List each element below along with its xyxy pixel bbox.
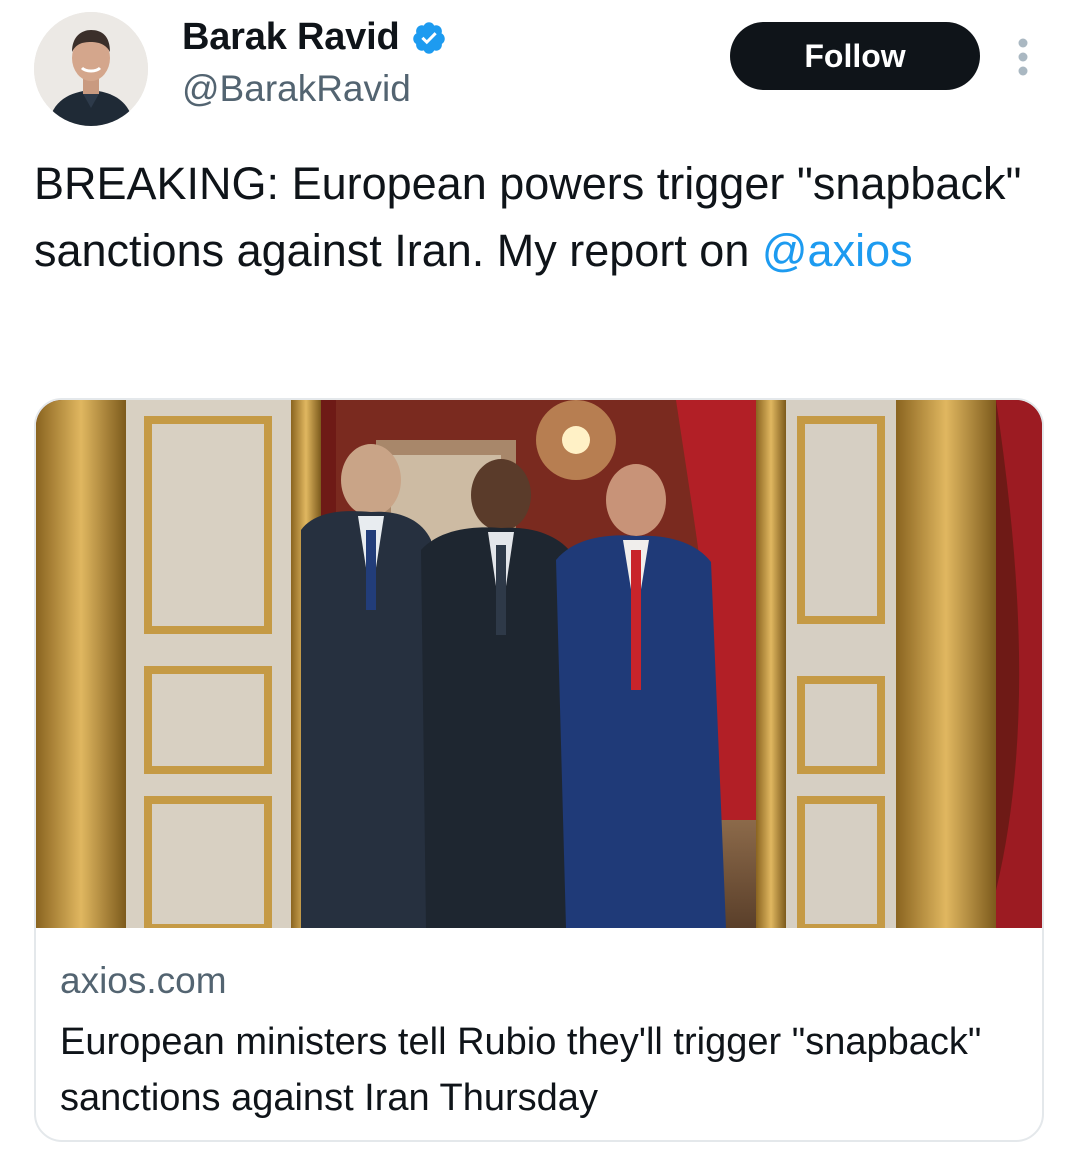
avatar-photo <box>34 12 148 126</box>
mention-link-axios[interactable]: @axios <box>762 225 913 276</box>
verified-badge-icon <box>413 21 446 54</box>
author-handle[interactable]: @BarakRavid <box>182 68 411 110</box>
more-options-button[interactable] <box>1005 34 1041 80</box>
author-display-name[interactable]: Barak Ravid <box>182 16 400 59</box>
author-avatar[interactable] <box>34 12 148 126</box>
article-photo <box>36 400 1042 928</box>
card-domain: axios.com <box>60 960 227 1001</box>
link-preview-card[interactable]: axios.com European ministers tell Rubio … <box>34 398 1044 1142</box>
tweet-text: BREAKING: European powers trigger "snapb… <box>34 150 1044 284</box>
follow-button[interactable]: Follow <box>730 22 980 90</box>
card-title[interactable]: European ministers tell Rubio they'll tr… <box>60 1014 1020 1126</box>
more-vertical-icon <box>1018 38 1028 76</box>
author-name-row: Barak Ravid <box>182 16 447 59</box>
